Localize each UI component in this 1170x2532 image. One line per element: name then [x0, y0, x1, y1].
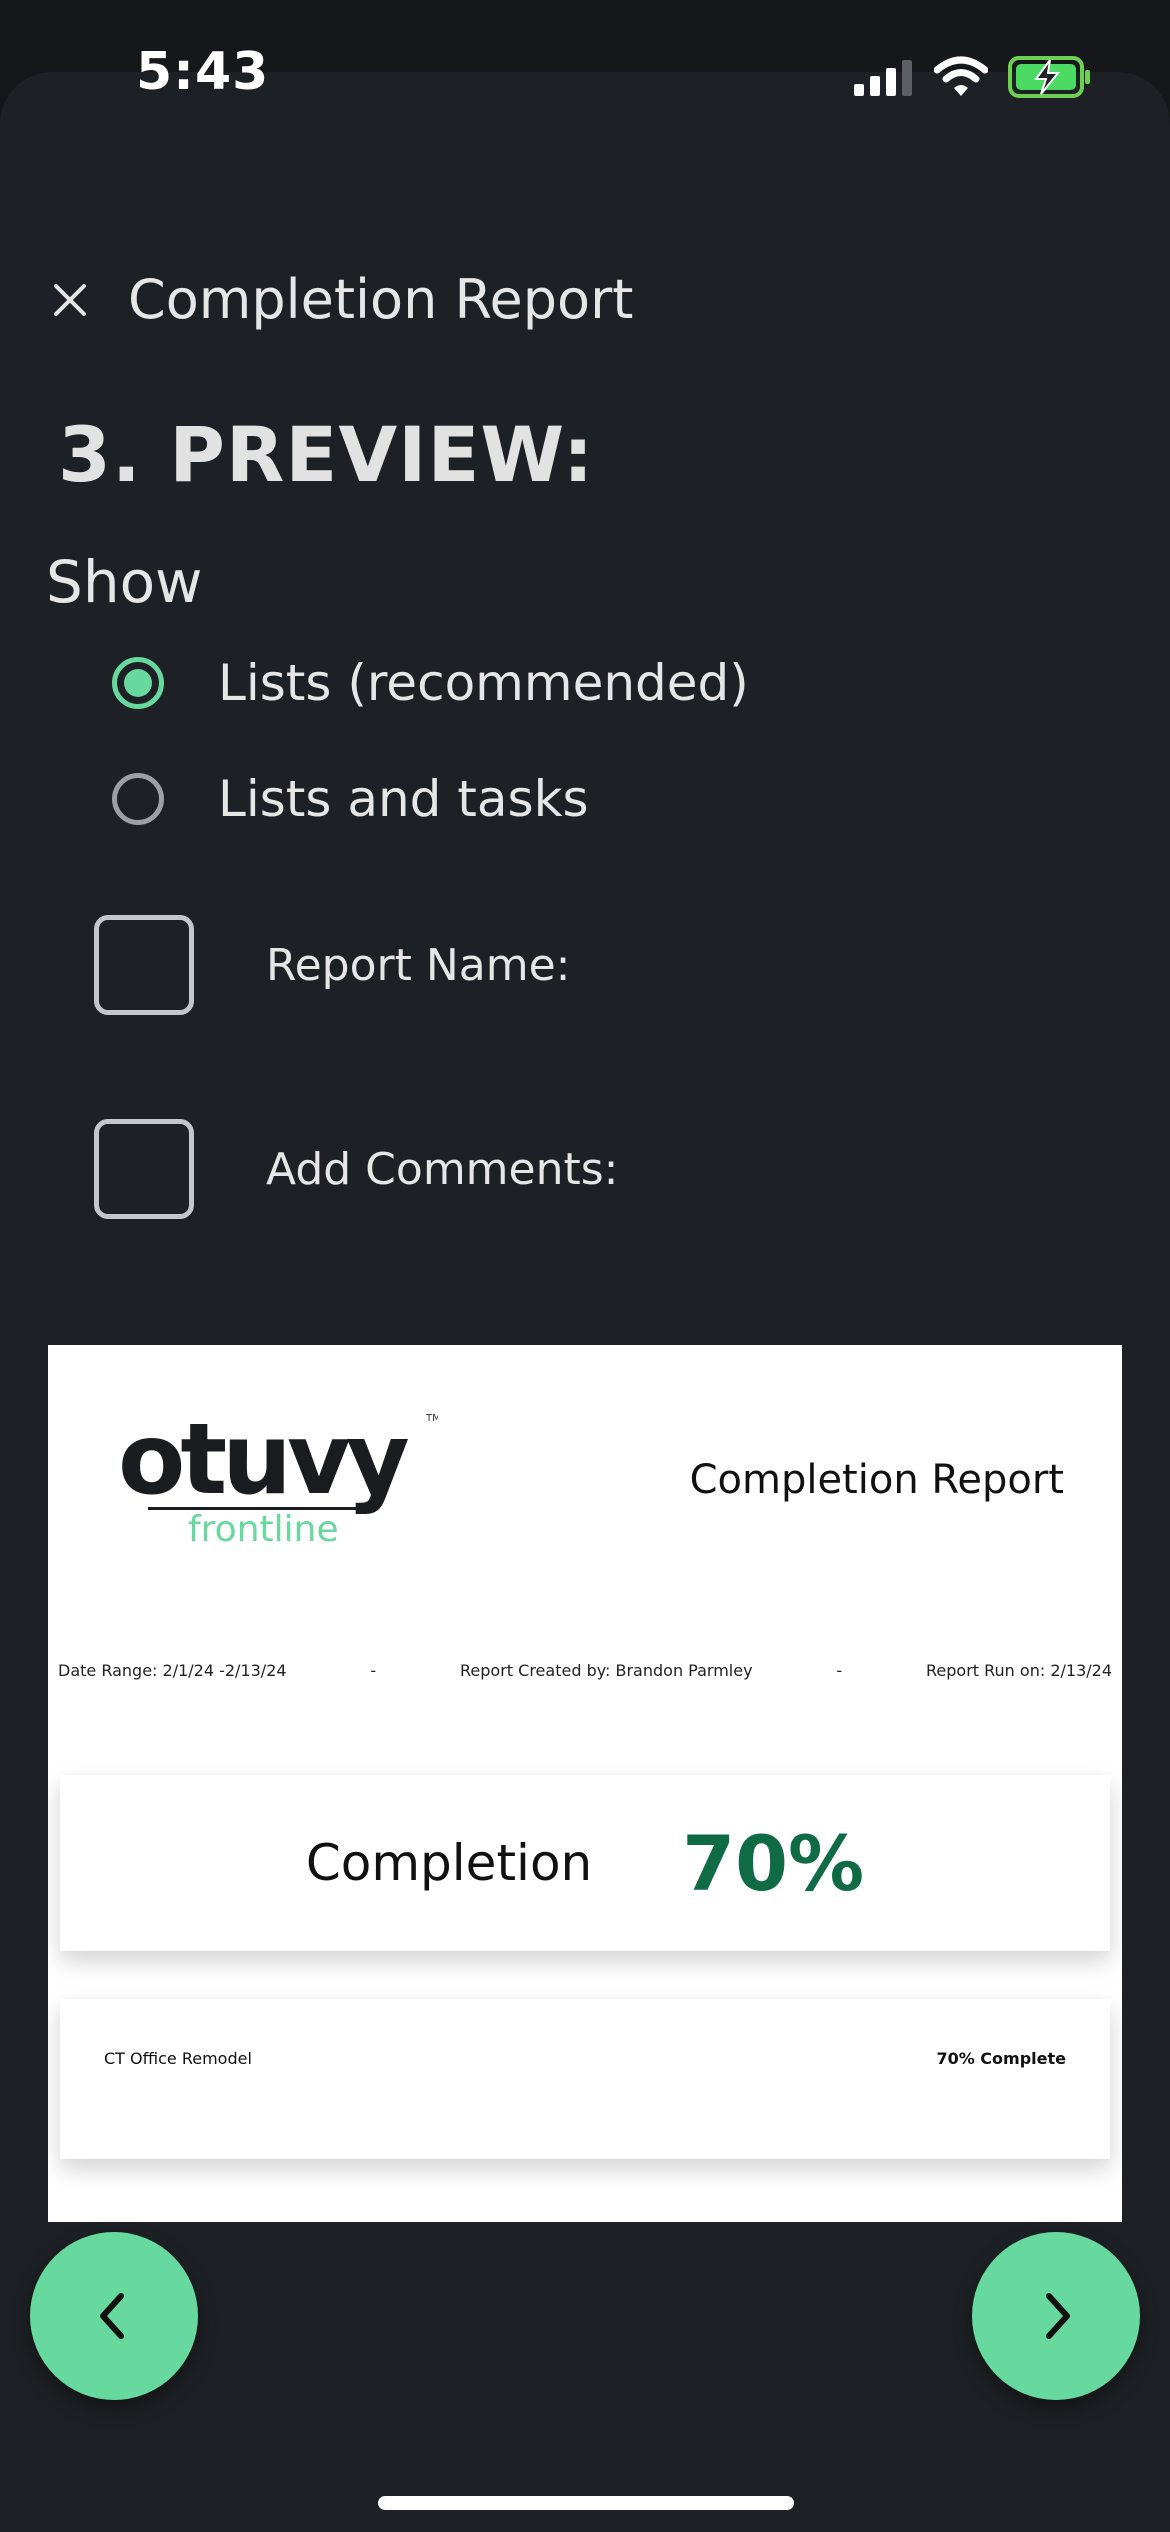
svg-text:otuvy: otuvy: [118, 1405, 409, 1517]
page-title: Completion Report: [128, 268, 634, 331]
otuvy-frontline-logo: otuvy TM frontline: [118, 1405, 438, 1550]
next-button[interactable]: [972, 2232, 1140, 2400]
status-time: 5:43: [136, 42, 270, 102]
add-comments-checkbox[interactable]: [94, 1119, 194, 1219]
date-range: Date Range: 2/1/24 -2/13/24: [58, 1661, 287, 1680]
report-meta-row: Date Range: 2/1/24 -2/13/24 - Report Cre…: [58, 1661, 1112, 1680]
radio-label-lists: Lists (recommended): [218, 654, 749, 712]
chevron-left-icon: [100, 2293, 124, 2339]
wifi-icon: [934, 56, 988, 96]
radio-option-lists[interactable]: Lists (recommended): [112, 651, 749, 715]
preview-report-title: Completion Report: [689, 1457, 1064, 1503]
list-item: CT Office Remodel 70% Complete: [60, 1999, 1110, 2159]
report-name-checkbox[interactable]: [94, 915, 194, 1015]
report-name-label: Report Name:: [266, 939, 571, 991]
step-heading: 3. PREVIEW:: [58, 410, 595, 499]
add-comments-label: Add Comments:: [266, 1143, 619, 1195]
add-comments-option[interactable]: Add Comments:: [94, 1119, 619, 1219]
radio-button-selected[interactable]: [112, 657, 164, 709]
report-name-option[interactable]: Report Name:: [94, 915, 570, 1015]
meta-separator: -: [370, 1661, 377, 1680]
cellular-signal-icon: [854, 60, 912, 96]
report-preview: otuvy TM frontline Completion Report Dat…: [48, 1345, 1122, 2222]
svg-text:TM: TM: [425, 1413, 438, 1424]
svg-text:frontline: frontline: [188, 1509, 339, 1550]
run-on: Report Run on: 2/13/24: [926, 1661, 1112, 1680]
completion-summary-card: Completion 70%: [60, 1775, 1110, 1951]
completion-value: 70%: [682, 1818, 865, 1908]
list-completion-status: 70% Complete: [936, 2049, 1066, 2068]
radio-button-unselected[interactable]: [112, 773, 164, 825]
created-by: Report Created by: Brandon Parmley: [460, 1661, 753, 1680]
radio-label-lists-and-tasks: Lists and tasks: [218, 770, 589, 828]
close-icon[interactable]: [50, 280, 90, 320]
battery-charging-icon: [1008, 56, 1090, 98]
previous-button[interactable]: [30, 2232, 198, 2400]
meta-separator: -: [836, 1661, 843, 1680]
completion-label: Completion: [305, 1834, 593, 1892]
radio-option-lists-and-tasks[interactable]: Lists and tasks: [112, 767, 589, 831]
show-label: Show: [46, 548, 203, 616]
list-name: CT Office Remodel: [104, 2049, 252, 2068]
chevron-right-icon: [1046, 2293, 1070, 2339]
home-indicator: [378, 2496, 794, 2510]
